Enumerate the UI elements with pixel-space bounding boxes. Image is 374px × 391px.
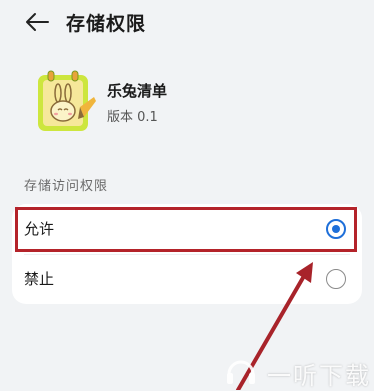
section-title: 存储访问权限 — [24, 179, 109, 194]
option-allow-label: 允许 — [24, 220, 55, 238]
radio-unselected[interactable] — [326, 269, 346, 289]
app-name: 乐兔清单 — [107, 82, 168, 100]
option-allow[interactable]: 允许 — [12, 204, 362, 254]
headphone-logo-icon — [227, 360, 255, 384]
page-title: 存储权限 — [66, 13, 147, 35]
radio-selected[interactable] — [326, 219, 346, 239]
option-deny[interactable]: 禁止 — [12, 254, 362, 304]
back-button[interactable] — [24, 10, 50, 34]
radio-dot — [332, 225, 340, 233]
app-version: 版本 0.1 — [107, 110, 158, 125]
annotation-arrow — [236, 262, 313, 390]
watermark-text: 一听下载 — [267, 362, 371, 390]
arrow-left-icon — [26, 13, 49, 31]
permission-options-card: 允许 禁止 — [12, 204, 362, 304]
watermark: 一听下载 — [221, 350, 374, 390]
top-bar: 存储权限 — [0, 0, 374, 44]
option-deny-label: 禁止 — [24, 270, 55, 288]
rabbit-notepad-icon — [34, 67, 98, 135]
